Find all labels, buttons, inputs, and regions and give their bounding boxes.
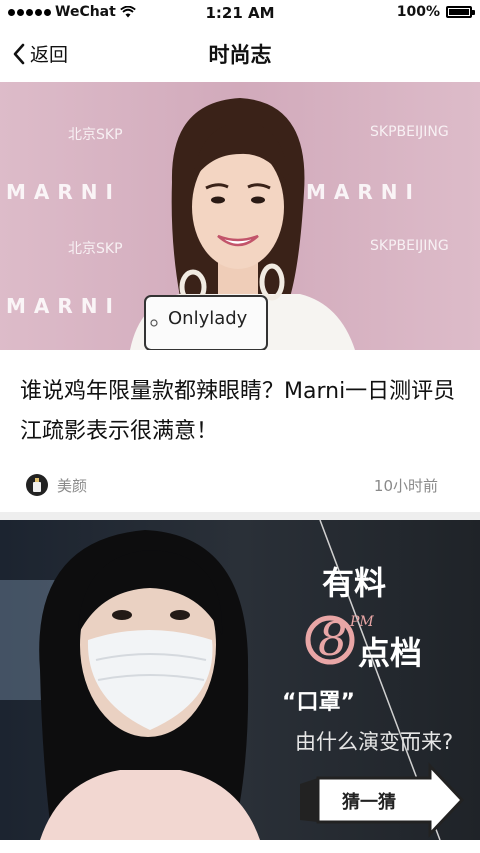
cover-brand-left: MARNI xyxy=(6,180,121,204)
cover-brand-number: 8 xyxy=(318,612,348,666)
cover-store-en: SKPBEIJING xyxy=(370,124,449,140)
page-title: 时尚志 xyxy=(208,43,272,67)
article-cover-image: 有料 8 PM 点档 “口罩” 由什么演变而来? 猜一猜 xyxy=(0,520,480,840)
cover-store-cn-2: 北京SKP xyxy=(68,241,123,257)
source-name: 美颜 xyxy=(57,476,88,495)
article-time: 10小时前 xyxy=(373,477,438,495)
battery-fill xyxy=(449,9,469,15)
article-card[interactable]: MARNI MARNI MARNI 北京SKP SKPBEIJING 北京SKP… xyxy=(0,82,480,512)
cover-photo xyxy=(0,520,480,840)
cover-guess-label: 猜一猜 xyxy=(342,792,396,813)
cover-store-cn: 北京SKP xyxy=(68,127,123,143)
cover-store-en-2: SKPBEIJING xyxy=(370,238,449,254)
source-avatar-icon xyxy=(26,474,48,496)
article-meta: 美颜 10小时前 xyxy=(0,452,480,512)
status-right: 100% xyxy=(396,4,475,20)
battery-percent: 100% xyxy=(396,4,440,20)
article-source[interactable]: 美颜 xyxy=(26,474,87,496)
back-button[interactable]: 返回 xyxy=(12,40,68,67)
cover-badge-text: Onlylady xyxy=(168,308,248,329)
battery-icon xyxy=(446,6,475,18)
article-card[interactable]: 有料 8 PM 点档 “口罩” 由什么演变而来? 猜一猜 xyxy=(0,520,480,840)
chevron-left-icon xyxy=(13,43,25,64)
cover-brand-left-2: MARNI xyxy=(6,294,121,318)
cover-brand-line1: 有料 xyxy=(322,564,387,602)
card-divider xyxy=(0,512,480,520)
cover-subtitle: 由什么演变而来? xyxy=(295,730,454,754)
article-cover-image: MARNI MARNI MARNI 北京SKP SKPBEIJING 北京SKP… xyxy=(0,82,480,350)
article-feed: MARNI MARNI MARNI 北京SKP SKPBEIJING 北京SKP… xyxy=(0,82,480,840)
navigation-bar: 返回 时尚志 xyxy=(0,26,480,82)
cover-brand-line2: 点档 xyxy=(358,634,423,672)
cover-quote: “口罩” xyxy=(282,690,355,715)
article-title[interactable]: 谁说鸡年限量款都辣眼睛？Marni一日测评员江疏影表示很满意！ xyxy=(0,350,480,452)
back-label: 返回 xyxy=(30,44,69,66)
cover-brand-right: MARNI xyxy=(306,180,421,204)
status-bar: WeChat 1:21 AM 100% xyxy=(0,0,480,26)
